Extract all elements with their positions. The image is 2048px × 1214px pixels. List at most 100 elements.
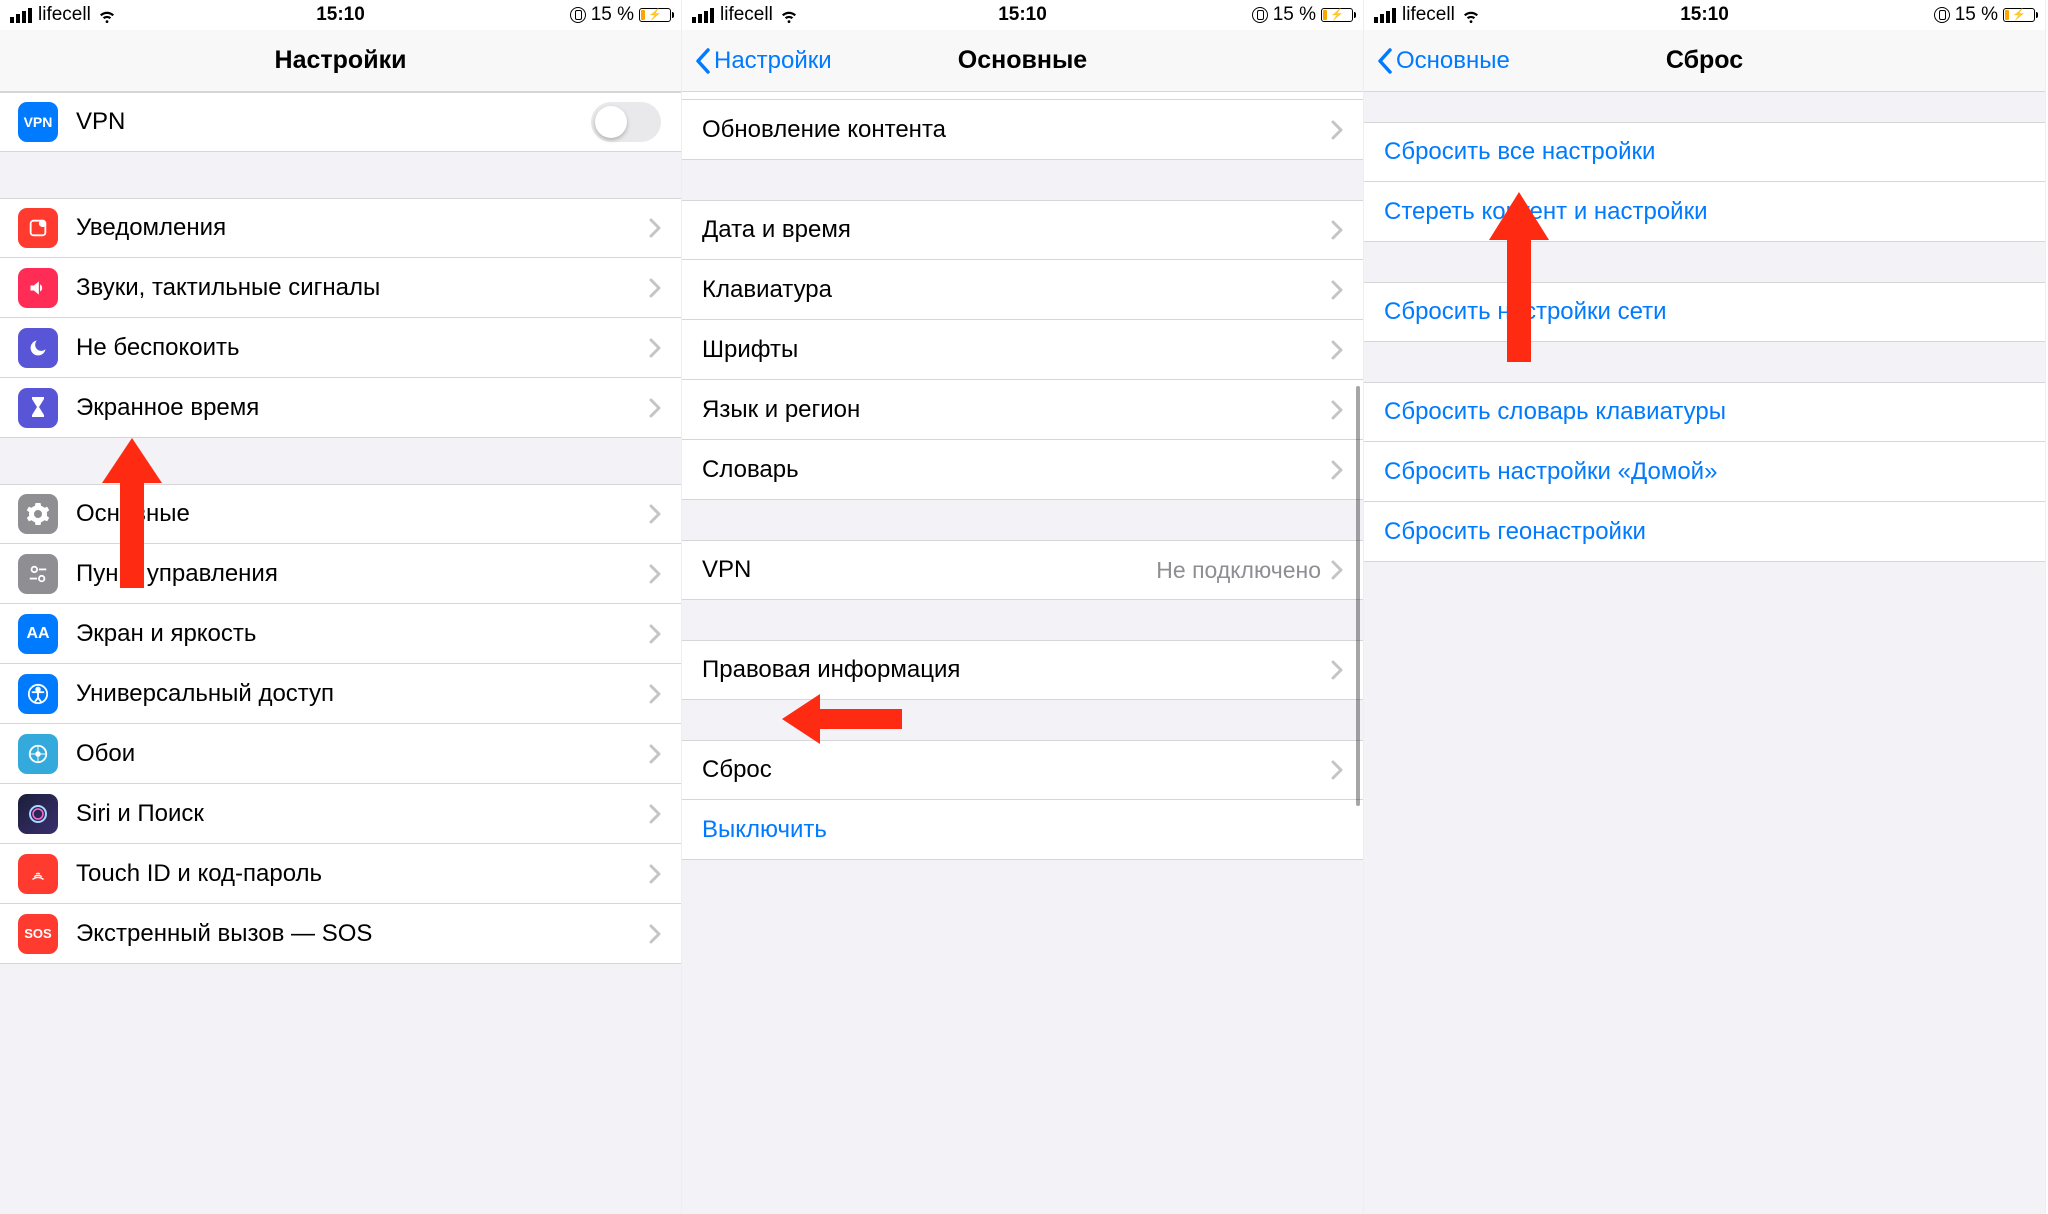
row-label: Клавиатура xyxy=(702,276,1331,304)
screen-reset: lifecell 15:10 15 % ⚡ Основные Сброс Сбр… xyxy=(1364,0,2046,1214)
chevron-icon xyxy=(1331,560,1343,580)
orientation-lock-icon xyxy=(570,7,586,23)
row-label: Звуки, тактильные сигналы xyxy=(76,274,649,302)
orientation-lock-icon xyxy=(1934,7,1950,23)
gear-icon xyxy=(18,494,58,534)
row-label: Экстренный вызов — SOS xyxy=(76,920,649,948)
chevron-icon xyxy=(649,744,661,764)
sounds-icon xyxy=(18,268,58,308)
row-label: Выключить xyxy=(702,816,1343,844)
row-keyboard[interactable]: Клавиатура xyxy=(682,260,1363,320)
sos-icon: SOS xyxy=(18,914,58,954)
row-label: Сбросить геонастройки xyxy=(1384,518,2025,546)
row-label: VPN xyxy=(702,556,1156,584)
row-control-center[interactable]: Пункт управления xyxy=(0,544,681,604)
back-label: Основные xyxy=(1396,47,1510,75)
row-reset[interactable]: Сброс xyxy=(682,740,1363,800)
status-bar: lifecell 15:10 15 % ⚡ xyxy=(0,0,681,30)
row-siri-search[interactable]: Siri и Поиск xyxy=(0,784,681,844)
row-reset-location[interactable]: Сбросить геонастройки xyxy=(1364,502,2045,562)
chevron-icon xyxy=(649,804,661,824)
chevron-icon xyxy=(649,564,661,584)
row-notifications[interactable]: Уведомления xyxy=(0,198,681,258)
text-size-icon: AA xyxy=(18,614,58,654)
row-label: Основные xyxy=(76,500,649,528)
row-label: Язык и регион xyxy=(702,396,1331,424)
row-label: VPN xyxy=(76,108,591,136)
row-do-not-disturb[interactable]: Не беспокоить xyxy=(0,318,681,378)
row-screen-time[interactable]: Экранное время xyxy=(0,378,681,438)
chevron-icon xyxy=(1331,220,1343,240)
chevron-icon xyxy=(1331,660,1343,680)
row-label: Сброс xyxy=(702,756,1331,784)
chevron-icon xyxy=(1331,460,1343,480)
chevron-icon xyxy=(1331,400,1343,420)
row-legal[interactable]: Правовая информация xyxy=(682,640,1363,700)
row-label: Touch ID и код‑пароль xyxy=(76,860,649,888)
chevron-icon xyxy=(649,624,661,644)
row-label: Siri и Поиск xyxy=(76,800,649,828)
screen-general: lifecell 15:10 15 % ⚡ Настройки Основные… xyxy=(682,0,1364,1214)
row-language-region[interactable]: Язык и регион xyxy=(682,380,1363,440)
row-label: Словарь xyxy=(702,456,1331,484)
row-label: Экран и яркость xyxy=(76,620,649,648)
row-vpn[interactable]: VPN VPN xyxy=(0,92,681,152)
siri-icon xyxy=(18,794,58,834)
back-button[interactable]: Настройки xyxy=(694,47,832,75)
row-label: Сбросить настройки «Домой» xyxy=(1384,458,2025,486)
status-bar: lifecell 15:10 15 % ⚡ xyxy=(1364,0,2045,30)
row-vpn[interactable]: VPN Не подключено xyxy=(682,540,1363,600)
notifications-icon xyxy=(18,208,58,248)
row-content-update[interactable]: Обновление контента xyxy=(682,100,1363,160)
row-shutdown[interactable]: Выключить xyxy=(682,800,1363,860)
vpn-toggle[interactable] xyxy=(591,102,661,142)
row-reset-keyboard-dict[interactable]: Сбросить словарь клавиатуры xyxy=(1364,382,2045,442)
row-date-time[interactable]: Дата и время xyxy=(682,200,1363,260)
row-label: Сбросить словарь клавиатуры xyxy=(1384,398,2025,426)
chevron-icon xyxy=(649,924,661,944)
chevron-icon xyxy=(1331,760,1343,780)
control-center-icon xyxy=(18,554,58,594)
row-label: Пункт управления xyxy=(76,560,649,588)
row-emergency-sos[interactable]: SOS Экстренный вызов — SOS xyxy=(0,904,681,964)
row-general[interactable]: Основные xyxy=(0,484,681,544)
battery-icon: ⚡ xyxy=(1321,8,1353,22)
row-wallpaper[interactable]: Обои xyxy=(0,724,681,784)
row-label: Правовая информация xyxy=(702,656,1331,684)
vpn-icon: VPN xyxy=(18,102,58,142)
chevron-icon xyxy=(649,684,661,704)
row-detail: Не подключено xyxy=(1156,557,1321,584)
row-reset-home[interactable]: Сбросить настройки «Домой» xyxy=(1364,442,2045,502)
row-display-brightness[interactable]: AA Экран и яркость xyxy=(0,604,681,664)
row-dictionary[interactable]: Словарь xyxy=(682,440,1363,500)
row-sounds[interactable]: Звуки, тактильные сигналы xyxy=(0,258,681,318)
chevron-icon xyxy=(1331,340,1343,360)
back-button[interactable]: Основные xyxy=(1376,47,1510,75)
row-label: Сбросить настройки сети xyxy=(1384,298,2025,326)
accessibility-icon xyxy=(18,674,58,714)
chevron-icon xyxy=(649,398,661,418)
row-accessibility[interactable]: Универсальный доступ xyxy=(0,664,681,724)
navbar: Настройки xyxy=(0,30,681,92)
row-reset-all-settings[interactable]: Сбросить все настройки xyxy=(1364,122,2045,182)
row-label: Сбросить все настройки xyxy=(1384,138,2025,166)
back-chevron-icon xyxy=(1376,47,1394,75)
row-erase-content[interactable]: Стереть контент и настройки xyxy=(1364,182,2045,242)
row-touch-id[interactable]: Touch ID и код‑пароль xyxy=(0,844,681,904)
row-label: Шрифты xyxy=(702,336,1331,364)
fingerprint-icon xyxy=(18,854,58,894)
orientation-lock-icon xyxy=(1252,7,1268,23)
row-label: Уведомления xyxy=(76,214,649,242)
chevron-icon xyxy=(1331,280,1343,300)
battery-icon: ⚡ xyxy=(2003,8,2035,22)
hourglass-icon xyxy=(18,388,58,428)
row-label: Обновление контента xyxy=(702,116,1331,144)
page-title: Настройки xyxy=(0,46,681,75)
row-fonts[interactable]: Шрифты xyxy=(682,320,1363,380)
navbar: Основные Сброс xyxy=(1364,30,2045,92)
row-reset-network[interactable]: Сбросить настройки сети xyxy=(1364,282,2045,342)
navbar: Настройки Основные xyxy=(682,30,1363,92)
screen-settings: lifecell 15:10 15 % ⚡ Настройки VPN VPN … xyxy=(0,0,682,1214)
chevron-icon xyxy=(649,504,661,524)
wallpaper-icon xyxy=(18,734,58,774)
